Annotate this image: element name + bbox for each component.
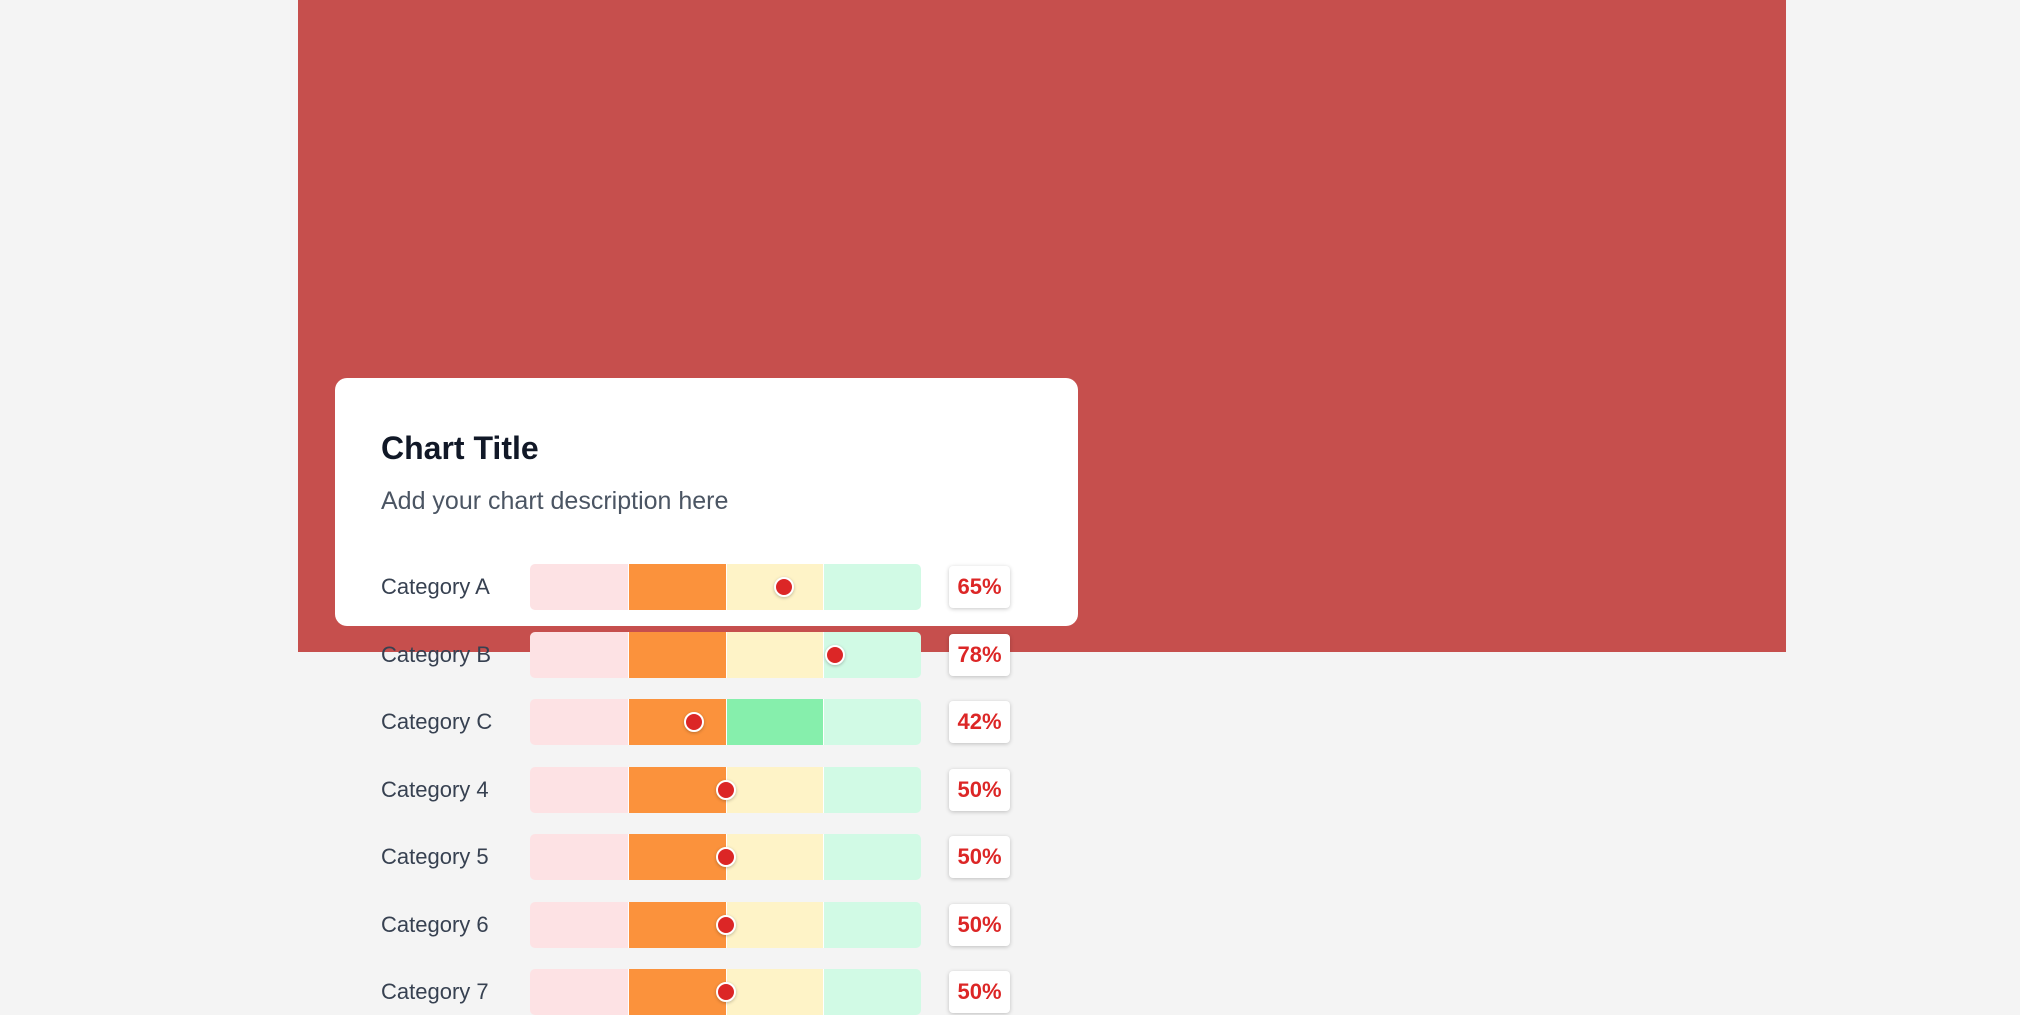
range-zone-4 (823, 969, 921, 1015)
range-track (530, 699, 921, 745)
range-zone-2 (627, 902, 727, 948)
range-zone-4 (823, 767, 921, 813)
value-label: 50% (949, 971, 1010, 1013)
chart-row: Category 6 50% (0, 902, 1020, 948)
chart-row: Category 7 50% (0, 969, 1020, 1015)
range-zone-1 (530, 632, 628, 678)
range-zone-1 (530, 902, 628, 948)
chart-title: Chart Title (381, 430, 539, 466)
range-zone-2 (627, 767, 727, 813)
category-label: Category 5 (381, 844, 489, 869)
range-zone-4 (823, 564, 921, 610)
value-label: 65% (949, 566, 1010, 608)
category-label: Category 4 (381, 777, 489, 802)
range-zone-3 (725, 834, 825, 880)
chart-row: Category B 78% (0, 632, 1020, 678)
chart-row: Category 4 50% (0, 767, 1020, 813)
range-zone-2 (627, 834, 727, 880)
category-label: Category C (381, 709, 493, 734)
range-zone-1 (530, 767, 628, 813)
category-label: Category A (381, 574, 490, 599)
range-zone-3 (725, 632, 825, 678)
range-track (530, 564, 921, 610)
category-label: Category 7 (381, 979, 489, 1004)
range-zone-2 (627, 699, 727, 745)
range-zone-1 (530, 834, 628, 880)
range-zone-3 (725, 902, 825, 948)
value-label: 50% (949, 769, 1010, 811)
range-track (530, 834, 921, 880)
range-track (530, 632, 921, 678)
chart-row: Category C 42% (0, 699, 1020, 745)
range-zone-3 (725, 969, 825, 1015)
range-track (530, 767, 921, 813)
category-label: Category B (381, 642, 492, 667)
category-label: Category 6 (381, 912, 489, 937)
range-zone-3 (725, 699, 825, 745)
value-marker (715, 982, 736, 1002)
range-track (530, 902, 921, 948)
value-marker (774, 577, 795, 597)
value-marker (824, 645, 845, 665)
chart-description: Add your chart description here (381, 487, 729, 515)
value-label: 42% (949, 701, 1010, 743)
range-zone-1 (530, 564, 628, 610)
value-marker (715, 847, 736, 867)
range-track (530, 969, 921, 1015)
chart-row: Category A 65% (0, 564, 1020, 610)
range-zone-4 (823, 902, 921, 948)
value-label: 50% (949, 836, 1010, 878)
range-zone-4 (823, 834, 921, 880)
value-label: 78% (949, 634, 1010, 676)
value-marker (715, 780, 736, 800)
range-zone-2 (627, 564, 727, 610)
range-zone-2 (627, 969, 727, 1015)
value-label: 50% (949, 904, 1010, 946)
value-marker (715, 915, 736, 935)
range-zone-4 (823, 699, 921, 745)
chart-row: Category 5 50% (0, 834, 1020, 880)
range-zone-1 (530, 969, 628, 1015)
range-zone-1 (530, 699, 628, 745)
range-zone-2 (627, 632, 727, 678)
range-zone-3 (725, 767, 825, 813)
